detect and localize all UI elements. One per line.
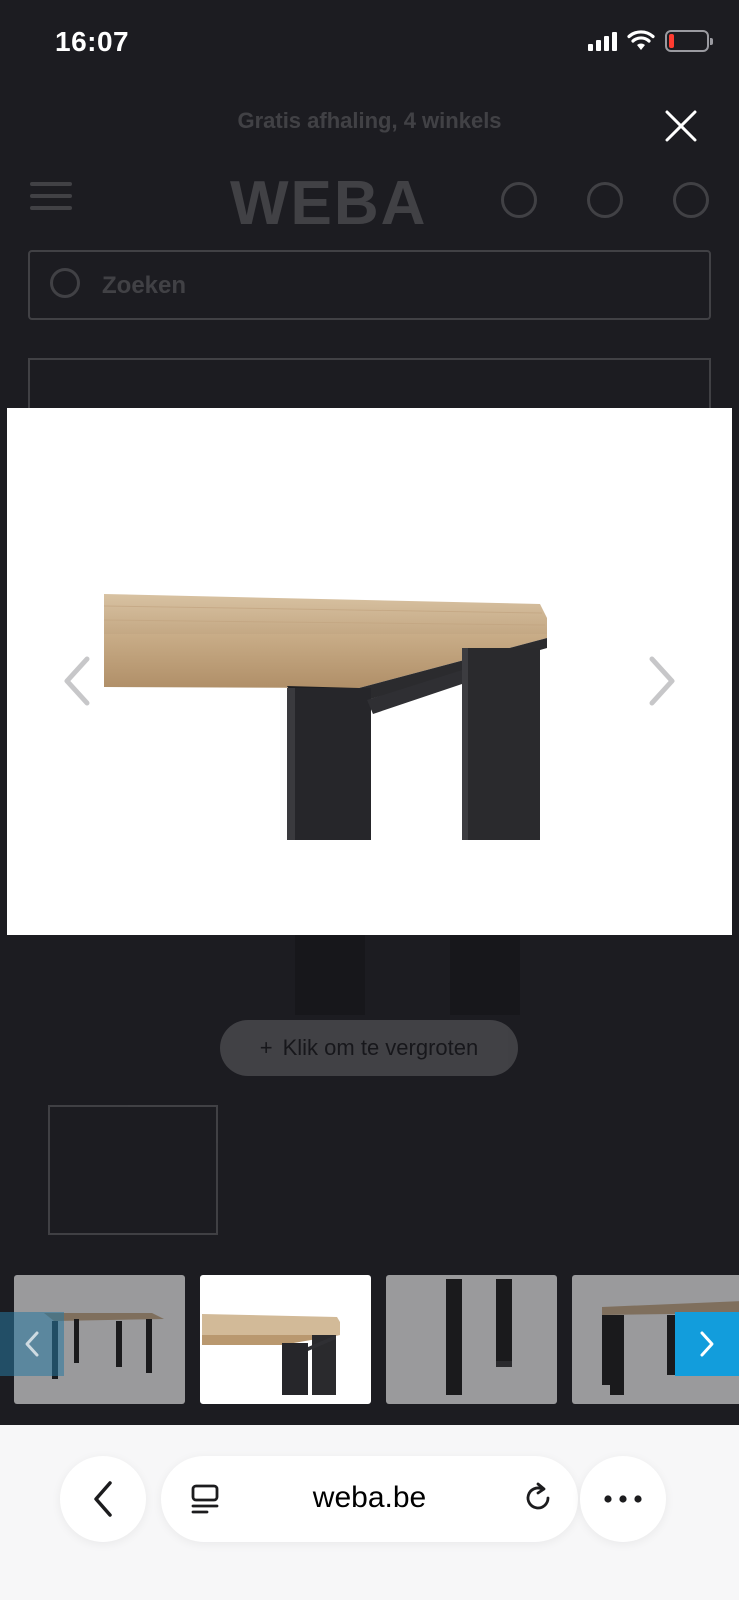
- address-bar[interactable]: weba.be: [161, 1456, 578, 1542]
- chevron-left-icon: [94, 1481, 112, 1517]
- close-button[interactable]: [661, 106, 701, 146]
- cart-icon: [673, 182, 709, 218]
- reload-icon: [526, 1482, 550, 1510]
- chevron-left-icon: [25, 1331, 39, 1357]
- plus-icon: +: [259, 1035, 273, 1060]
- product-photo: [103, 594, 547, 840]
- promo-banner: Gratis afhaling, 4 winkels: [237, 108, 502, 133]
- status-icons: [588, 30, 713, 52]
- prev-image-button[interactable]: [57, 653, 97, 709]
- browser-toolbar: weba.be: [0, 1425, 739, 1600]
- next-image-button[interactable]: [642, 653, 682, 709]
- search-icon: [50, 268, 80, 298]
- status-time: 16:07: [55, 26, 130, 57]
- thumbnail-image: [446, 1279, 512, 1395]
- search-placeholder: Zoeken: [102, 272, 187, 299]
- search-bar: Zoeken: [28, 250, 711, 320]
- chevron-right-icon: [649, 656, 675, 706]
- background-thumbnails: [48, 1105, 698, 1235]
- header-icons: [501, 182, 709, 218]
- chevron-left-icon: [64, 656, 90, 706]
- chevron-right-icon: [700, 1331, 714, 1357]
- menu-icon: [30, 182, 72, 210]
- browser-back-button[interactable]: [60, 1456, 146, 1542]
- close-icon: [665, 110, 697, 142]
- account-icon: [501, 182, 537, 218]
- thumbnails-next-button[interactable]: [675, 1312, 739, 1376]
- more-options-button[interactable]: [580, 1456, 666, 1542]
- battery-icon: [665, 30, 713, 52]
- reload-button[interactable]: [520, 1480, 556, 1516]
- zoom-hint-text: Klik om te vergroten: [282, 1035, 479, 1060]
- thumbnail-image: [202, 1314, 340, 1395]
- wifi-icon: [627, 30, 655, 50]
- thumbnails-prev-button[interactable]: [0, 1312, 64, 1376]
- signal-icon: [588, 31, 617, 51]
- zoom-hint: + Klik om te vergroten: [220, 1020, 518, 1076]
- site-logo: WEBA: [230, 169, 428, 238]
- thumbnail-2[interactable]: [200, 1275, 371, 1404]
- lightbox-image[interactable]: [7, 408, 732, 935]
- battery-level: [669, 34, 674, 48]
- site-header: WEBA: [0, 160, 739, 240]
- wishlist-icon: [587, 182, 623, 218]
- url-text: weba.be: [312, 1481, 427, 1514]
- thumbnail-3[interactable]: [386, 1275, 557, 1404]
- status-bar: 16:07: [0, 0, 739, 90]
- thumbnail-strip: [0, 1275, 739, 1405]
- ellipsis-icon: [604, 1495, 642, 1503]
